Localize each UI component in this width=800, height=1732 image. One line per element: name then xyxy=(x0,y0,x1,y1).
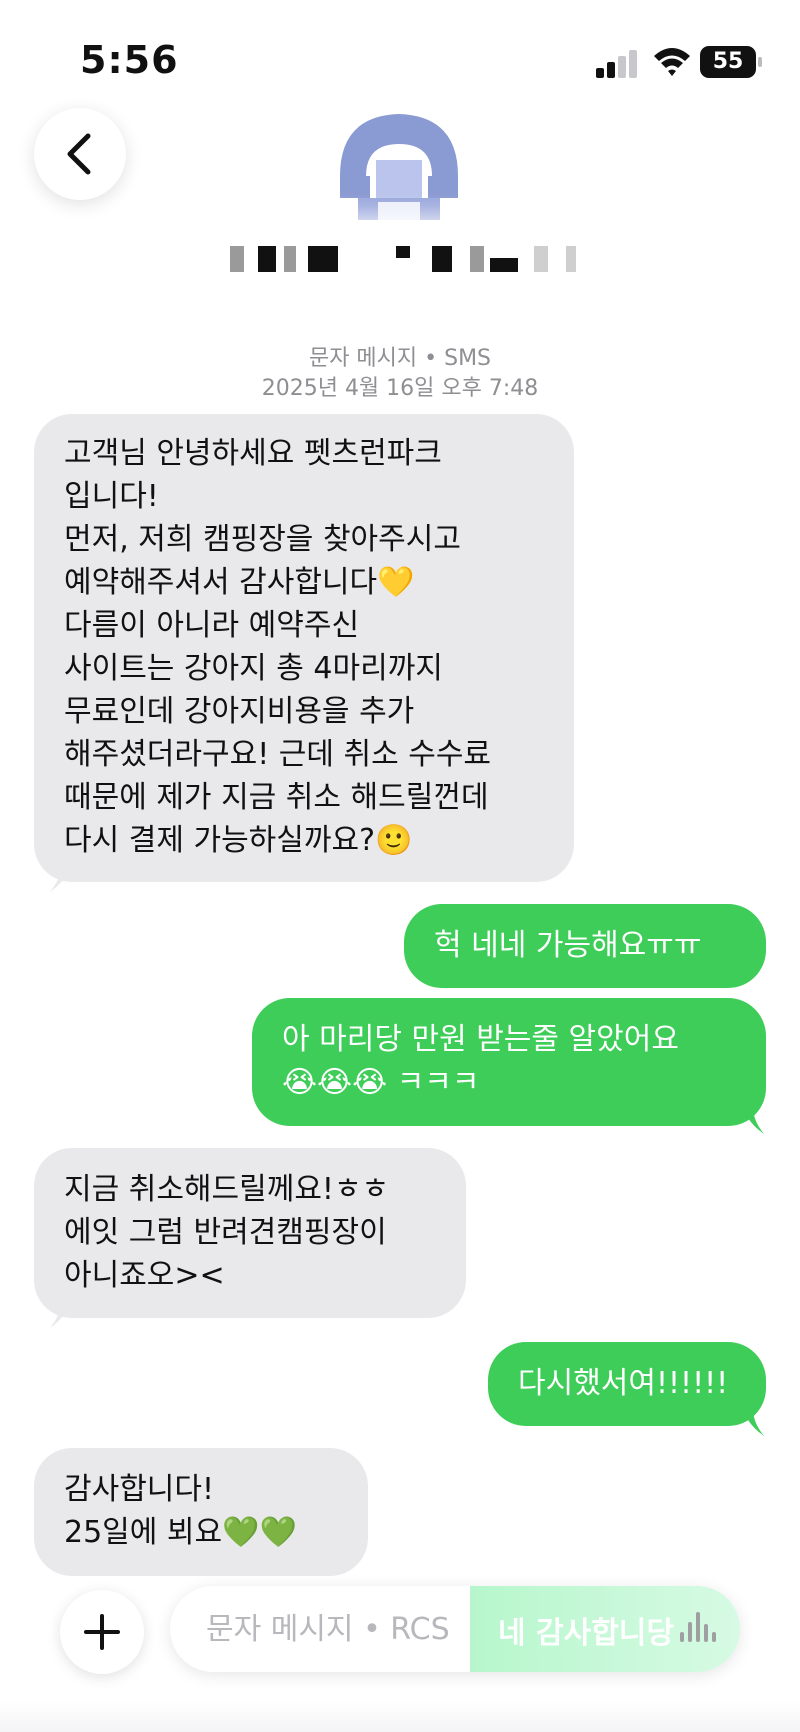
waveform-icon[interactable] xyxy=(680,1612,716,1646)
outgoing-message-bubble[interactable]: 아 마리당 만원 받는줄 알았어요 😭😭😭 ㅋㅋㅋ xyxy=(252,998,766,1126)
message-line: 다름이 아니라 예약주신 xyxy=(64,608,360,643)
outgoing-message-bubble[interactable]: 헉 네네 가능해요ㅠㅠ xyxy=(404,904,766,988)
incoming-message-bubble[interactable]: 감사합니다! 25일에 뵈요💚💚 xyxy=(34,1448,368,1576)
message-line: 예약해주셔서 감사합니다💛 xyxy=(64,565,415,600)
message-line: 해주셨더라구요! 근데 취소 수수료 xyxy=(64,737,492,772)
message-line: 에잇 그럼 반려견캠핑장이 xyxy=(64,1215,387,1250)
back-button[interactable] xyxy=(34,108,126,200)
incoming-bubble-tail xyxy=(50,1292,74,1328)
outgoing-message-bubble[interactable]: 다시했서여!!!!!! xyxy=(488,1342,766,1426)
chevron-left-icon xyxy=(67,133,91,175)
incoming-bubble-tail xyxy=(50,856,74,892)
thread-timestamp: 2025년 4월 16일 오후 7:48 xyxy=(261,376,539,401)
message-line: 아니죠오>< xyxy=(64,1258,225,1293)
status-time: 5:56 xyxy=(80,38,179,82)
message-line: 무료인데 강아지비용을 추가 xyxy=(64,694,415,729)
incoming-message-bubble[interactable]: 고객님 안녕하세요 펫츠런파크 입니다! 먼저, 저희 캠핑장을 찾아주시고 예… xyxy=(34,414,574,882)
message-line: 입니다! xyxy=(64,479,159,514)
message-line: 감사합니다! xyxy=(64,1472,215,1507)
bottom-fade xyxy=(0,1700,800,1732)
contact-name[interactable] xyxy=(200,228,596,286)
outgoing-bubble-tail xyxy=(740,1098,764,1134)
incoming-message-bubble[interactable]: 지금 취소해드릴께요!ㅎㅎ 에잇 그럼 반려견캠핑장이 아니죠오>< xyxy=(34,1148,466,1318)
message-line: 아 마리당 만원 받는줄 알았어요 xyxy=(282,1022,679,1057)
message-line: 😭😭😭 ㅋㅋㅋ xyxy=(282,1065,480,1100)
message-line: 사이트는 강아지 총 4마리까지 xyxy=(64,651,443,686)
message-input-container[interactable]: 네 감사합니당 xyxy=(170,1586,740,1672)
cellular-signal-icon xyxy=(596,50,638,78)
status-bar: 5:56 55 xyxy=(0,0,800,120)
thread-service-label: 문자 메시지 • SMS xyxy=(308,346,492,371)
message-line: 지금 취소해드릴께요!ㅎㅎ xyxy=(64,1172,390,1207)
message-line: 먼저, 저희 캠핑장을 찾아주시고 xyxy=(64,522,461,557)
message-line: 때문에 제가 지금 취소 해드릴껀데 xyxy=(64,780,489,815)
battery-icon: 55 xyxy=(700,46,762,78)
add-attachment-button[interactable] xyxy=(60,1590,144,1674)
message-line: 헉 네네 가능해요ㅠㅠ xyxy=(434,928,702,963)
plus-icon xyxy=(84,1614,120,1650)
message-input[interactable] xyxy=(204,1606,628,1652)
message-line: 25일에 뵈요💚💚 xyxy=(64,1515,297,1550)
contact-avatar[interactable] xyxy=(334,106,464,226)
message-line: 다시했서여!!!!!! xyxy=(518,1366,729,1401)
message-line: 다시 결제 가능하실까요?🙂 xyxy=(64,823,413,858)
outgoing-bubble-tail xyxy=(740,1400,764,1436)
message-line: 고객님 안녕하세요 펫츠런파크 xyxy=(64,436,442,471)
wifi-icon xyxy=(654,48,690,76)
